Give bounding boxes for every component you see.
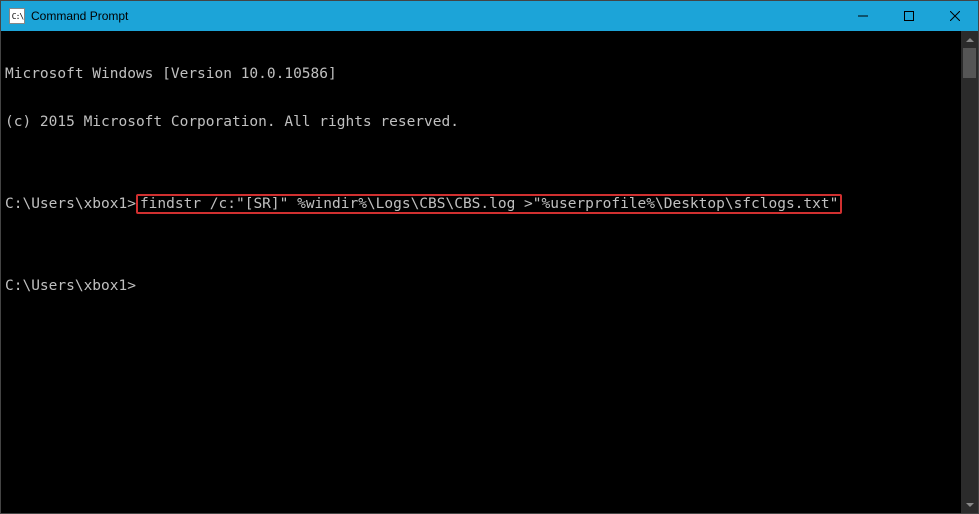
prompt-text: C:\Users\xbox1> bbox=[5, 278, 136, 294]
command-line: C:\Users\xbox1>findstr /c:"[SR]" %windir… bbox=[5, 194, 957, 214]
maximize-button[interactable] bbox=[886, 1, 932, 31]
minimize-button[interactable] bbox=[840, 1, 886, 31]
chevron-down-icon bbox=[966, 503, 974, 507]
app-icon: C:\ bbox=[9, 8, 25, 24]
terminal-output[interactable]: Microsoft Windows [Version 10.0.10586] (… bbox=[1, 31, 961, 513]
terminal-area: Microsoft Windows [Version 10.0.10586] (… bbox=[1, 31, 978, 513]
window-title: Command Prompt bbox=[31, 9, 840, 23]
close-button[interactable] bbox=[932, 1, 978, 31]
titlebar[interactable]: C:\ Command Prompt bbox=[1, 1, 978, 31]
minimize-icon bbox=[858, 11, 868, 21]
prompt-line: C:\Users\xbox1> bbox=[5, 278, 957, 294]
output-line: (c) 2015 Microsoft Corporation. All righ… bbox=[5, 114, 957, 130]
maximize-icon bbox=[904, 11, 914, 21]
scroll-thumb[interactable] bbox=[963, 48, 976, 78]
close-icon bbox=[950, 11, 960, 21]
cursor bbox=[136, 289, 144, 292]
chevron-up-icon bbox=[966, 38, 974, 42]
output-line: Microsoft Windows [Version 10.0.10586] bbox=[5, 66, 957, 82]
prompt-text: C:\Users\xbox1> bbox=[5, 196, 136, 212]
window-controls bbox=[840, 1, 978, 31]
vertical-scrollbar[interactable] bbox=[961, 31, 978, 513]
highlighted-command: findstr /c:"[SR]" %windir%\Logs\CBS\CBS.… bbox=[136, 194, 842, 214]
command-prompt-window: C:\ Command Prompt Microsoft Windows [Ve… bbox=[0, 0, 979, 514]
scroll-down-button[interactable] bbox=[961, 496, 978, 513]
scroll-up-button[interactable] bbox=[961, 31, 978, 48]
